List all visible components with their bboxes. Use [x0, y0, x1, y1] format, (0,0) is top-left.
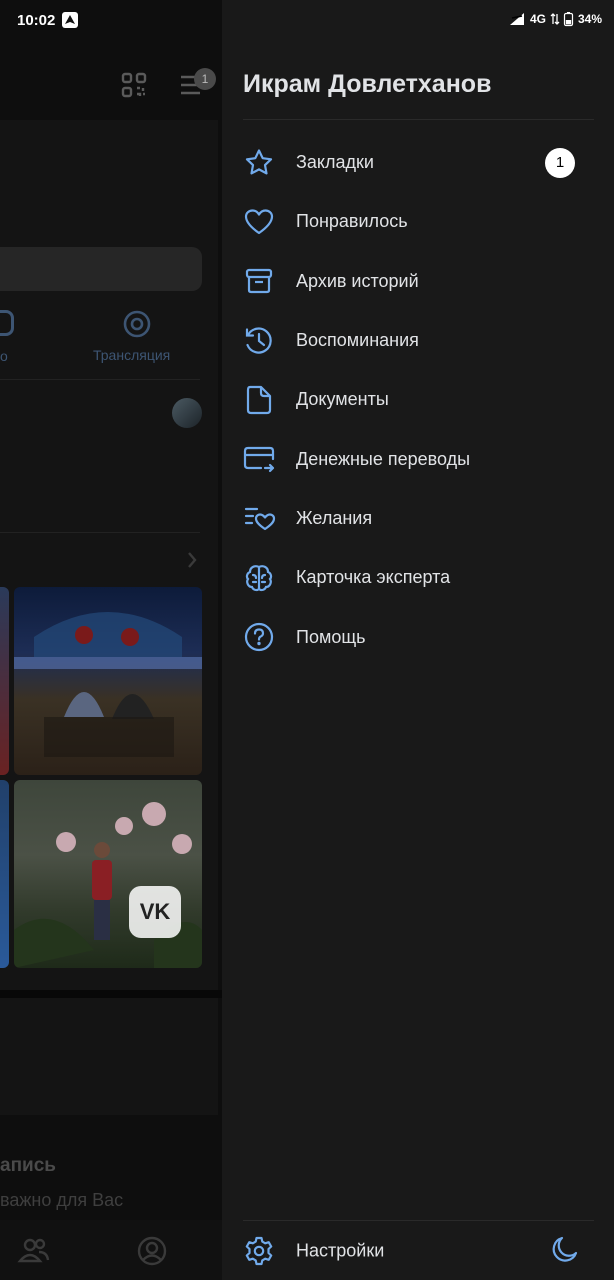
background-tab-label: о [0, 348, 8, 364]
side-drawer: Икрам Довлетханов Закладки 1 Понравилось… [222, 0, 614, 1280]
profile-icon [137, 1236, 167, 1271]
post-title-partial: апись [0, 1155, 56, 1176]
menu-item-liked[interactable]: Понравилось [222, 192, 614, 251]
photo-thumbnail [0, 780, 9, 968]
divider [0, 532, 200, 533]
clip-icon [0, 310, 14, 336]
divider [243, 119, 594, 120]
photo-thumbnail [0, 587, 9, 775]
settings-label: Настройки [296, 1240, 385, 1260]
menu-item-bookmarks[interactable]: Закладки 1 [222, 133, 614, 192]
profile-name[interactable]: Икрам Довлетханов [243, 70, 491, 99]
heart-icon [243, 206, 275, 238]
broadcast-label: Трансляция [93, 347, 171, 363]
vk-logo-icon: VK [129, 886, 181, 938]
history-clock-icon [243, 325, 275, 357]
menu-item-expert-card[interactable]: Карточка эксперта [222, 548, 614, 607]
menu-item-label: Помощь [296, 626, 366, 647]
data-arrows-icon [550, 13, 560, 25]
status-time: 10:02 [17, 12, 56, 29]
menu-item-label: Закладки [296, 152, 374, 173]
menu-item-label: Понравилось [296, 211, 408, 232]
menu-item-label: Карточка эксперта [296, 567, 451, 588]
post-subtitle-partial: важно для Вас [0, 1190, 124, 1210]
separator [0, 990, 222, 998]
battery-icon [563, 12, 574, 27]
wishlist-icon [243, 502, 276, 534]
chevron-right-icon [186, 551, 198, 574]
photo-thumbnail [14, 587, 202, 775]
battery-percent: 34% [577, 12, 602, 26]
menu-item-money-transfers[interactable]: Денежные переводы [222, 429, 614, 488]
divider [0, 379, 200, 380]
bookmarks-counter-badge: 1 [545, 147, 575, 178]
signal-icon [509, 12, 525, 26]
menu-item-wishes[interactable]: Желания [222, 489, 614, 548]
qr-code-icon [121, 72, 147, 103]
menu-item-help[interactable]: Помощь [222, 607, 614, 666]
document-icon [243, 384, 275, 416]
photo-thumbnail [14, 780, 202, 968]
menu-item-label: Желания [296, 507, 373, 528]
menu-item-label: Документы [296, 389, 389, 410]
menu-item-label: Воспоминания [296, 330, 419, 351]
navigation-app-icon [62, 12, 78, 28]
menu-item-label: Архив историй [296, 270, 419, 291]
brain-icon [243, 562, 275, 594]
friends-icon [17, 1236, 50, 1269]
status-bar: 10:02 4G 34% [0, 0, 614, 42]
avatar [172, 398, 202, 428]
gear-icon [243, 1235, 275, 1267]
menu-item-documents[interactable]: Документы [222, 370, 614, 429]
status-indicators: 4G 34% [509, 12, 602, 27]
background-app-overlay[interactable]: 1 о Трансляция VK апись важно для Вас [0, 0, 222, 1280]
drawer-menu: Закладки 1 Понравилось Архив историй Вос… [222, 133, 614, 667]
star-icon [243, 147, 275, 179]
menu-item-memories[interactable]: Воспоминания [222, 311, 614, 370]
broadcast-icon [123, 310, 151, 343]
archive-icon [243, 265, 275, 297]
background-search-field [0, 247, 202, 291]
menu-item-label: Денежные переводы [296, 448, 471, 469]
moon-icon[interactable] [549, 1233, 581, 1265]
network-type: 4G [529, 12, 546, 26]
card-transfer-icon [243, 443, 275, 475]
menu-item-stories-archive[interactable]: Архив историй [222, 252, 614, 311]
menu-badge: 1 [194, 68, 216, 90]
help-icon [243, 621, 275, 653]
